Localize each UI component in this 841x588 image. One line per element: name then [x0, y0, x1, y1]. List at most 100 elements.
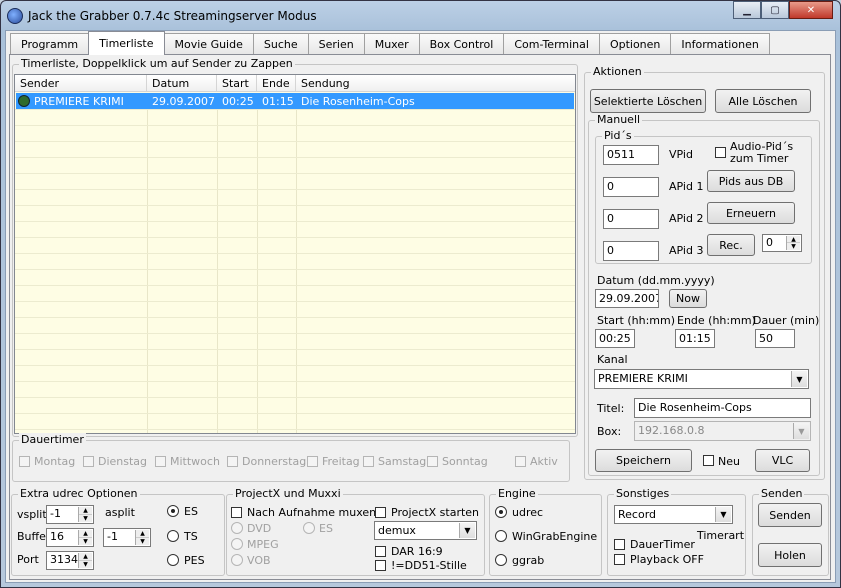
col-ende[interactable]: Ende	[257, 75, 296, 92]
nach-aufnahme-checkbox[interactable]	[231, 507, 242, 518]
vlc-button[interactable]: VLC	[755, 449, 810, 472]
dar-checkbox[interactable]	[375, 546, 386, 557]
col-sender[interactable]: Sender	[15, 75, 147, 92]
grid-line	[15, 285, 575, 286]
rec-button[interactable]: Rec.	[707, 234, 755, 256]
vsplit-stepper[interactable]: -1 ▲ ▼	[46, 505, 94, 524]
radio-es[interactable]	[167, 505, 179, 517]
titel-label: Titel:	[597, 402, 625, 415]
tab-suche[interactable]: Suche	[252, 33, 309, 55]
checkbox-mittwoch[interactable]	[155, 456, 166, 467]
checkbox-samstag[interactable]	[363, 456, 374, 467]
datum-field[interactable]: 29.09.2007	[595, 289, 659, 308]
pids-label: Pid´s	[602, 129, 634, 142]
chevron-down-icon[interactable]: ▼	[791, 371, 807, 387]
checkbox-sonntag[interactable]	[427, 456, 438, 467]
checkbox-aktiv[interactable]	[515, 456, 526, 467]
holen-button[interactable]: Holen	[758, 543, 822, 567]
tab-movie-guide[interactable]: Movie Guide	[163, 33, 254, 55]
radio-mpeg[interactable]	[231, 538, 243, 550]
sonstiges-label: Sonstiges	[614, 487, 672, 500]
buffer-stepper-arrows[interactable]: ▲ ▼	[78, 530, 92, 545]
checkbox-freitag[interactable]	[307, 456, 318, 467]
maximize-button[interactable]: ▢	[761, 1, 789, 19]
tab-muxer[interactable]: Muxer	[363, 33, 420, 55]
tab-com-terminal[interactable]: Com-Terminal	[503, 33, 600, 55]
senden-button[interactable]: Senden	[758, 503, 822, 527]
buffer-stepper[interactable]: 16 ▲ ▼	[46, 528, 94, 547]
projectx-mode-dropdown[interactable]: demux ▼	[374, 521, 477, 540]
titel-field[interactable]: Die Rosenheim-Cops	[634, 398, 811, 418]
vpid-field[interactable]: 0511	[603, 145, 659, 165]
apid3-field[interactable]: 0	[603, 241, 659, 261]
audio-pids-checkbox[interactable]	[715, 147, 726, 158]
apid2-field[interactable]: 0	[603, 209, 659, 229]
checkbox-montag[interactable]	[19, 456, 30, 467]
apid1-field[interactable]: 0	[603, 177, 659, 197]
dd51-checkbox[interactable]	[375, 560, 386, 571]
tab-box-control[interactable]: Box Control	[418, 33, 505, 55]
grid-line	[15, 221, 575, 222]
grid-line	[15, 349, 575, 350]
projectx-mode-value: demux	[378, 524, 416, 537]
tab-informationen[interactable]: Informationen	[670, 33, 770, 55]
speichern-button[interactable]: Speichern	[595, 449, 692, 472]
pids-aus-db-button[interactable]: Pids aus DB	[707, 170, 795, 192]
radio-es-muxxi[interactable]	[303, 522, 315, 534]
timer-icon	[18, 95, 30, 107]
kanal-dropdown[interactable]: PREMIERE KRIMI ▼	[594, 369, 809, 389]
ende-field[interactable]: 01:15	[675, 329, 715, 348]
vsplit-value: -1	[50, 507, 61, 520]
col-sendung[interactable]: Sendung	[296, 75, 575, 92]
timer-list[interactable]: Sender Datum Start Ende Sendung PREMIERE…	[14, 74, 576, 434]
grid-line	[15, 157, 575, 158]
grid-line	[15, 189, 575, 190]
dauertimer-checkbox[interactable]	[614, 539, 625, 550]
close-button[interactable]: ✕	[789, 1, 833, 19]
asplit-stepper[interactable]: -1 ▲ ▼	[103, 528, 151, 547]
asplit-value: -1	[107, 530, 118, 543]
col-start[interactable]: Start	[217, 75, 257, 92]
asplit-stepper-arrows[interactable]: ▲ ▼	[135, 530, 149, 545]
col-datum[interactable]: Datum	[147, 75, 217, 92]
ende-label: Ende (hh:mm)	[677, 314, 756, 327]
delete-selected-button[interactable]: Selektierte Löschen	[590, 89, 706, 113]
timerart-dropdown[interactable]: Record ▼	[614, 505, 733, 524]
radio-dvd[interactable]	[231, 522, 243, 534]
rec-stepper-arrows[interactable]: ▲ ▼	[786, 236, 800, 250]
radio-udrec[interactable]	[495, 506, 507, 518]
erneuern-button[interactable]: Erneuern	[707, 202, 795, 224]
chevron-down-icon[interactable]: ▼	[793, 423, 809, 439]
projectx-starten-checkbox[interactable]	[375, 507, 386, 518]
radio-ts[interactable]	[167, 530, 179, 542]
tab-timerliste[interactable]: Timerliste	[88, 31, 165, 55]
radio-vob[interactable]	[231, 554, 243, 566]
box-dropdown[interactable]: 192.168.0.8 ▼	[634, 421, 811, 441]
table-row[interactable]: PREMIERE KRIMI 29.09.2007 00:25 01:15 Di…	[16, 93, 574, 109]
tab-optionen[interactable]: Optionen	[598, 33, 672, 55]
checkbox-dienstag[interactable]	[83, 456, 94, 467]
apid1-label: APid 1	[669, 180, 704, 193]
apid2-label: APid 2	[669, 212, 704, 225]
title-bar[interactable]: Jack the Grabber 0.7.4c Streamingserver …	[0, 0, 841, 30]
start-field[interactable]: 00:25	[595, 329, 635, 348]
radio-ggrab[interactable]	[495, 554, 507, 566]
dauer-field[interactable]: 50	[755, 329, 795, 348]
tab-serien[interactable]: Serien	[307, 33, 365, 55]
delete-all-button[interactable]: Alle Löschen	[715, 89, 811, 113]
radio-pes[interactable]	[167, 554, 179, 566]
neu-checkbox[interactable]	[703, 455, 714, 466]
port-stepper[interactable]: 31341 ▲ ▼	[46, 551, 94, 570]
vsplit-stepper-arrows[interactable]: ▲ ▼	[78, 507, 92, 522]
minimize-button[interactable]: ▁	[733, 1, 761, 19]
rec-stepper[interactable]: 0 ▲ ▼	[762, 234, 802, 252]
chevron-down-icon[interactable]: ▼	[715, 507, 731, 522]
port-stepper-arrows[interactable]: ▲ ▼	[78, 553, 92, 568]
chevron-down-icon[interactable]: ▼	[459, 523, 475, 538]
playback-off-checkbox[interactable]	[614, 554, 625, 565]
now-button[interactable]: Now	[669, 289, 707, 308]
cell-sendung: Die Rosenheim-Cops	[301, 95, 415, 108]
radio-wingrabengine[interactable]	[495, 530, 507, 542]
checkbox-donnerstag[interactable]	[227, 456, 238, 467]
tab-programm[interactable]: Programm	[10, 33, 90, 55]
